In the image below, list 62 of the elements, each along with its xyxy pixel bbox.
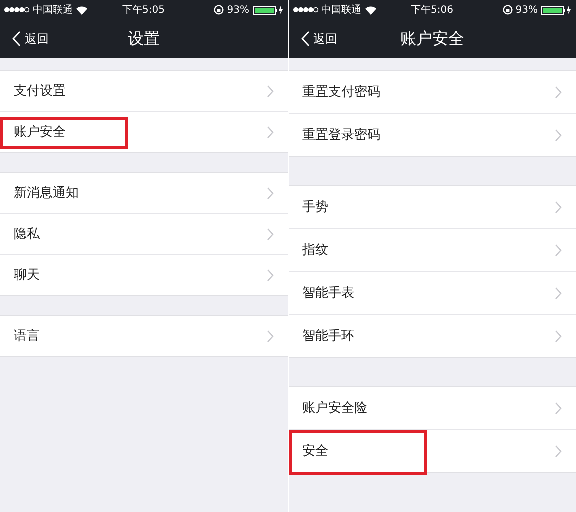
settings-row[interactable]: 账户安全 [0, 112, 288, 152]
status-time: 下午5:06 [411, 4, 454, 17]
rotation-lock-icon [214, 5, 224, 15]
row-label: 账户安全险 [302, 400, 368, 417]
screen-title: 设置 [128, 28, 160, 50]
chevron-right-icon [266, 186, 274, 200]
settings-row[interactable]: 安全 [288, 430, 576, 472]
chevron-left-icon [300, 31, 310, 47]
settings-row[interactable]: 指纹 [288, 229, 576, 272]
row-label: 语言 [14, 328, 40, 345]
chevron-right-icon [266, 268, 274, 282]
back-button[interactable]: 返回 [8, 30, 53, 48]
battery-percent: 93% [227, 4, 250, 16]
signal-icon [292, 7, 318, 13]
wifi-icon [76, 6, 88, 14]
battery-icon [541, 6, 572, 14]
chevron-right-icon [555, 200, 562, 214]
screen-title: 账户安全 [400, 28, 464, 50]
settings-row[interactable]: 语言 [0, 316, 288, 356]
row-label: 安全 [302, 443, 328, 460]
row-label: 智能手表 [302, 285, 354, 302]
settings-row[interactable]: 隐私 [0, 214, 288, 255]
row-label: 账户安全 [14, 124, 66, 141]
chevron-right-icon [555, 286, 562, 300]
row-label: 重置支付密码 [302, 84, 380, 101]
chevron-right-icon [555, 244, 562, 256]
settings-row[interactable]: 重置登录密码 [288, 114, 576, 156]
chevron-right-icon [266, 84, 274, 98]
chevron-right-icon [266, 330, 274, 342]
chevron-right-icon [555, 128, 562, 142]
carrier-name: 中国联通 [33, 4, 73, 17]
status-time: 下午5:05 [122, 4, 165, 17]
row-label: 重置登录密码 [302, 127, 380, 144]
chevron-right-icon [555, 402, 562, 414]
settings-row[interactable]: 智能手表 [288, 272, 576, 315]
battery-percent: 93% [516, 4, 538, 16]
chevron-right-icon [555, 86, 562, 98]
row-label: 手势 [302, 199, 328, 216]
chevron-right-icon [266, 126, 274, 138]
settings-row[interactable]: 支付设置 [0, 71, 288, 112]
row-label: 指纹 [302, 242, 328, 259]
settings-row[interactable]: 账户安全险 [288, 387, 576, 430]
signal-icon [4, 7, 30, 13]
row-label: 聊天 [14, 267, 40, 284]
chevron-right-icon [555, 330, 562, 342]
settings-row[interactable]: 重置支付密码 [288, 71, 576, 114]
row-label: 智能手环 [302, 328, 354, 345]
chevron-right-icon [266, 228, 274, 240]
back-button[interactable]: 返回 [296, 30, 342, 48]
settings-row[interactable]: 聊天 [0, 255, 288, 295]
chevron-left-icon [12, 31, 21, 47]
rotation-lock-icon [502, 5, 513, 15]
settings-row[interactable]: 手势 [288, 186, 576, 229]
row-label: 隐私 [14, 226, 40, 243]
battery-icon [252, 6, 284, 14]
settings-row[interactable]: 新消息通知 [0, 173, 288, 214]
wifi-icon [364, 6, 376, 14]
row-label: 支付设置 [14, 83, 66, 100]
row-label: 新消息通知 [14, 185, 79, 202]
chevron-right-icon [555, 444, 562, 458]
settings-row[interactable]: 智能手环 [288, 315, 576, 357]
carrier-name: 中国联通 [322, 4, 362, 17]
